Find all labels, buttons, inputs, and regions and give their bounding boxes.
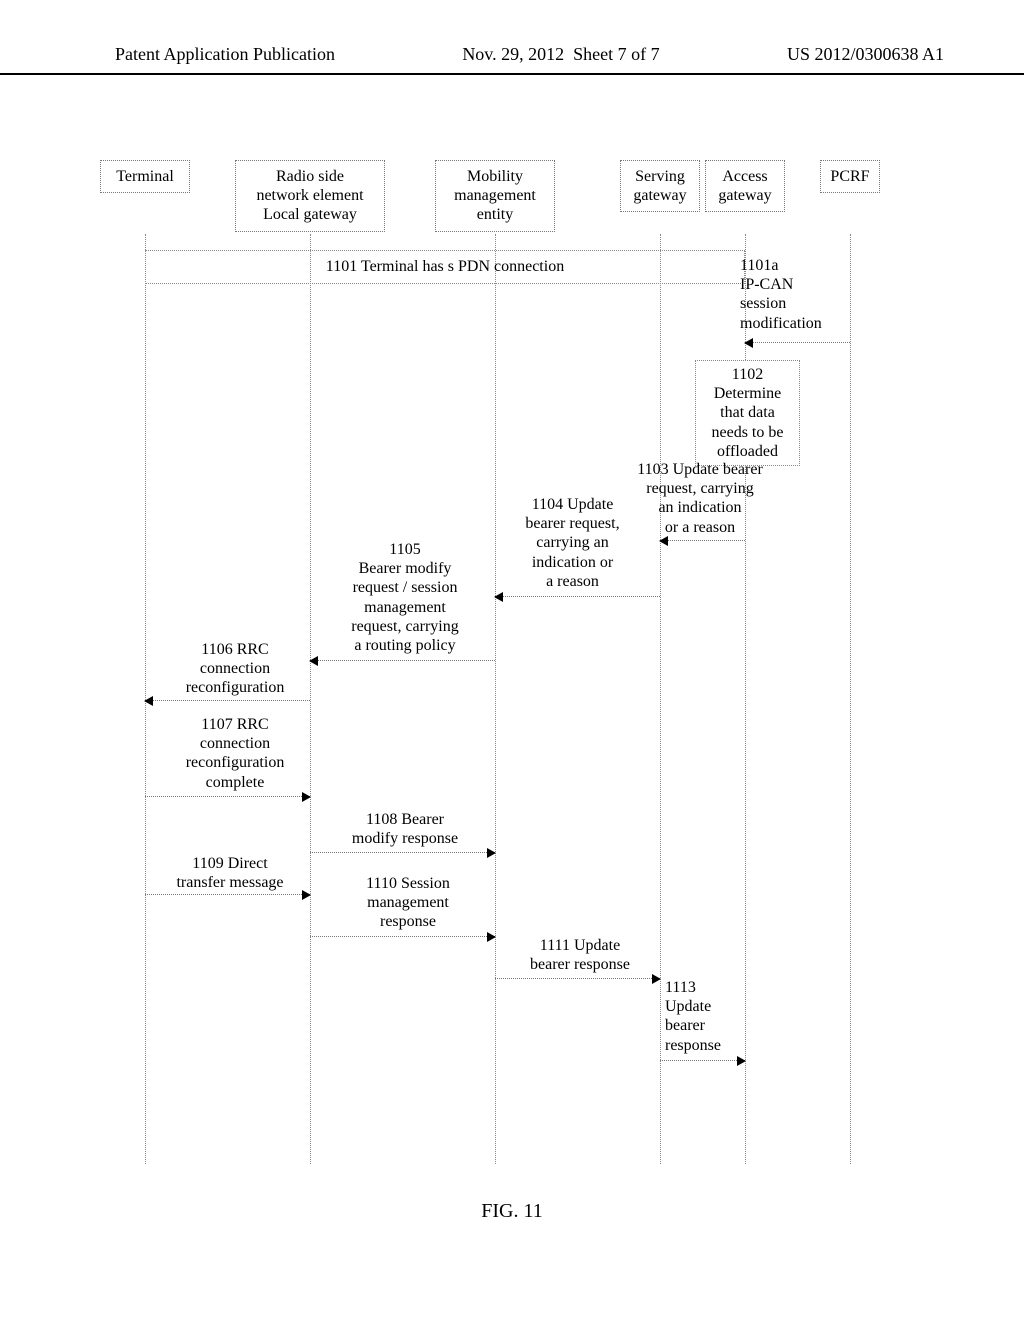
label-1111: 1111 Update bearer response [510,936,650,974]
lifeline-mme [495,234,496,1164]
participant-terminal: Terminal [100,160,190,193]
process-1102: 1102 Determine that data needs to be off… [695,360,800,466]
label-1106: 1106 RRC connection reconfiguration [165,640,305,698]
label-1113: 1113 Update bearer response [665,978,745,1055]
header-center: Nov. 29, 2012 Sheet 7 of 7 [462,44,659,65]
sequence-diagram: Terminal Radio side network element Loca… [100,160,924,1190]
lifeline-radio [310,234,311,1164]
header-right: US 2012/0300638 A1 [787,44,944,65]
arrow-1101a [745,342,850,343]
arrow-1108 [310,852,495,853]
label-1101a: 1101a IP-CAN session modification [740,256,860,333]
arrow-1103 [660,540,745,541]
arrow-1110 [310,936,495,937]
label-1104: 1104 Update bearer request, carrying an … [500,495,645,591]
participant-access-gateway: Access gateway [705,160,785,212]
label-1109: 1109 Direct transfer message [155,854,305,892]
participant-serving-gateway: Serving gateway [620,160,700,212]
participant-pcrf: PCRF [820,160,880,193]
lifeline-sgw [660,234,661,1164]
arrow-1107 [145,796,310,797]
lifeline-pcrf [850,234,851,1164]
participant-mme: Mobility management entity [435,160,555,232]
arrow-1109 [145,894,310,895]
figure-caption: FIG. 11 [0,1200,1024,1223]
arrow-1113 [660,1060,745,1061]
arrow-1105 [310,660,495,661]
page-header: Patent Application Publication Nov. 29, … [0,44,1024,75]
label-1105: 1105 Bearer modify request / session man… [325,540,485,655]
label-1110: 1110 Session management response [338,874,478,932]
arrow-1104 [495,596,660,597]
frame-1101: 1101 Terminal has s PDN connection [145,250,745,284]
arrow-1106 [145,700,310,701]
arrow-1111 [495,978,660,979]
header-left: Patent Application Publication [115,44,335,65]
label-1107: 1107 RRC connection reconfiguration comp… [165,715,305,792]
participant-radio: Radio side network element Local gateway [235,160,385,232]
label-1108: 1108 Bearer modify response [330,810,480,848]
